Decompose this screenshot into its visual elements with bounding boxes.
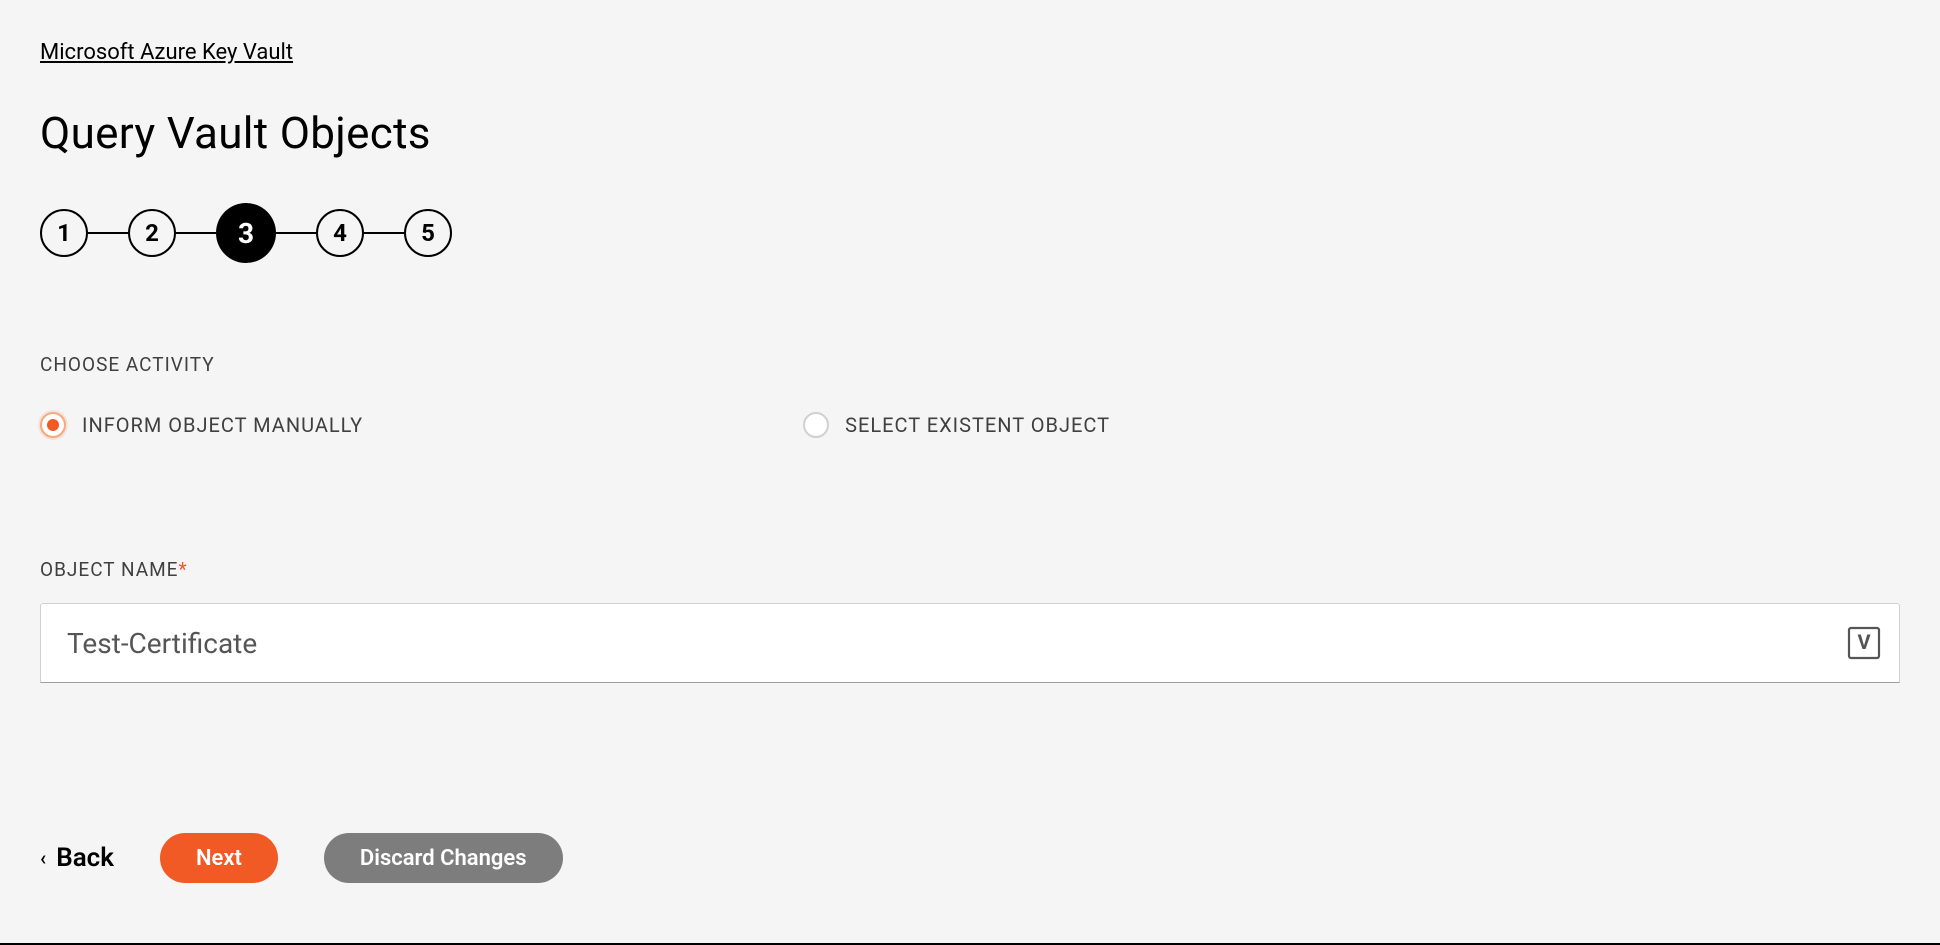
step-2[interactable]: 2 <box>128 209 176 257</box>
step-connector <box>364 232 404 235</box>
step-1[interactable]: 1 <box>40 209 88 257</box>
choose-activity-label: CHOOSE ACTIVITY <box>40 353 1900 376</box>
step-connector <box>88 232 128 235</box>
radio-label: INFORM OBJECT MANUALLY <box>82 413 363 437</box>
variable-icon[interactable]: V <box>1847 626 1881 660</box>
step-5[interactable]: 5 <box>404 209 452 257</box>
field-label-text: OBJECT NAME <box>40 558 178 581</box>
object-name-input[interactable] <box>65 626 1847 661</box>
activity-radio-group: INFORM OBJECT MANUALLY SELECT EXISTENT O… <box>40 412 1900 438</box>
required-marker: * <box>178 558 187 581</box>
chevron-left-icon: ‹ <box>40 846 46 870</box>
step-3[interactable]: 3 <box>216 203 276 263</box>
discard-button[interactable]: Discard Changes <box>324 833 563 883</box>
step-connector <box>276 232 316 235</box>
svg-text:V: V <box>1857 630 1871 654</box>
radio-icon <box>803 412 829 438</box>
next-button[interactable]: Next <box>160 833 278 883</box>
breadcrumb[interactable]: Microsoft Azure Key Vault <box>40 40 293 65</box>
back-button[interactable]: ‹ Back <box>40 843 114 873</box>
radio-inform-manually[interactable]: INFORM OBJECT MANUALLY <box>40 412 363 438</box>
radio-select-existent[interactable]: SELECT EXISTENT OBJECT <box>803 412 1110 438</box>
radio-label: SELECT EXISTENT OBJECT <box>845 413 1110 437</box>
back-label: Back <box>56 843 114 873</box>
page-title: Query Vault Objects <box>40 107 1900 159</box>
step-connector <box>176 232 216 235</box>
radio-icon <box>40 412 66 438</box>
stepper: 1 2 3 4 5 <box>40 203 1900 263</box>
object-name-field[interactable]: V <box>40 603 1900 683</box>
object-name-label: OBJECT NAME* <box>40 558 1900 581</box>
step-4[interactable]: 4 <box>316 209 364 257</box>
footer-actions: ‹ Back Next Discard Changes <box>40 833 1900 883</box>
